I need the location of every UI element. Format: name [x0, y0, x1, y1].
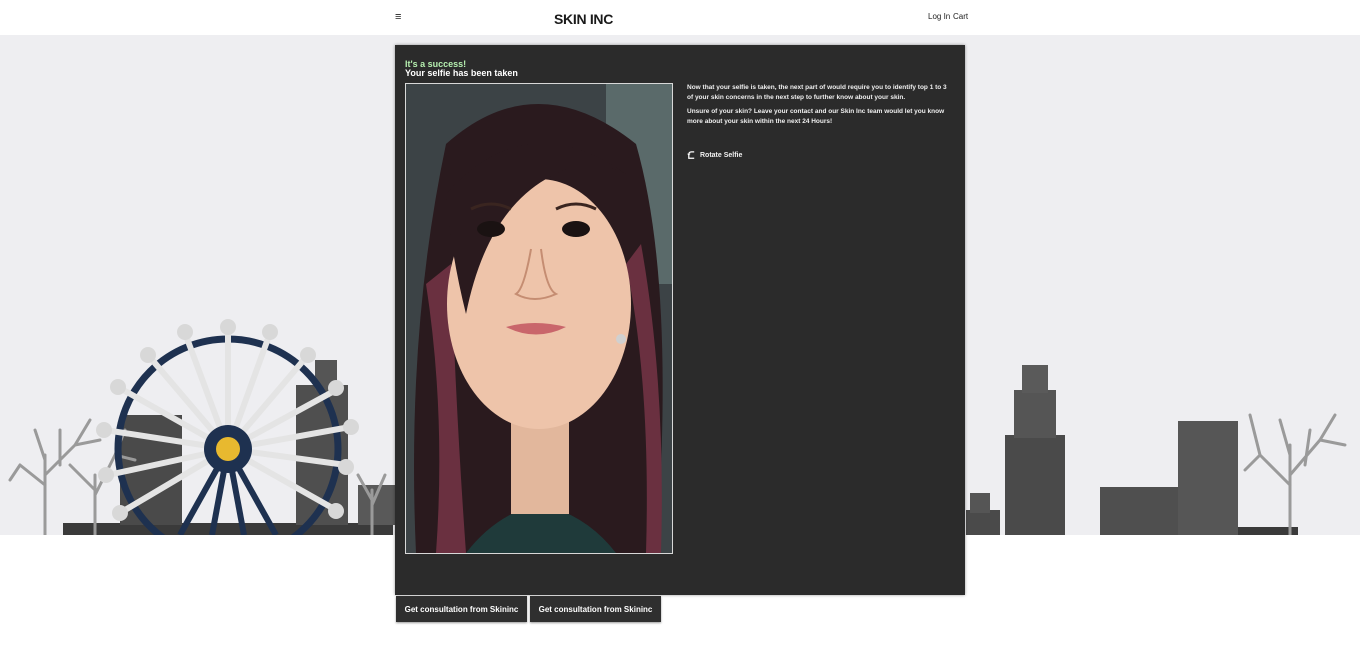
- hamburger-menu-icon[interactable]: ≡: [395, 11, 401, 23]
- cart-link[interactable]: Cart: [953, 12, 968, 21]
- contact-paragraph: Unsure of your skin? Leave your contact …: [687, 108, 945, 125]
- rotate-selfie-label: Rotate Selfie: [700, 152, 743, 159]
- get-consultation-button[interactable]: Get consultation from Skininc: [396, 596, 527, 622]
- selfie-photo: [405, 83, 673, 554]
- rotate-icon: [687, 151, 695, 159]
- selfie-taken-subtitle: Your selfie has been taken: [405, 68, 518, 78]
- selfie-portrait-image: [406, 84, 672, 553]
- selfie-result-panel: It's a success! Your selfie has been tak…: [395, 45, 965, 595]
- get-consultation-button-secondary[interactable]: Get consultation from Skininc: [530, 596, 661, 622]
- site-logo[interactable]: SKIN INC: [554, 11, 613, 27]
- login-link[interactable]: Log In: [928, 12, 950, 21]
- instruction-paragraph: Now that your selfie is taken, the next …: [687, 84, 947, 101]
- header: ≡ SKIN INC Log In Cart: [0, 0, 1363, 35]
- rotate-selfie-button[interactable]: Rotate Selfie: [687, 151, 742, 160]
